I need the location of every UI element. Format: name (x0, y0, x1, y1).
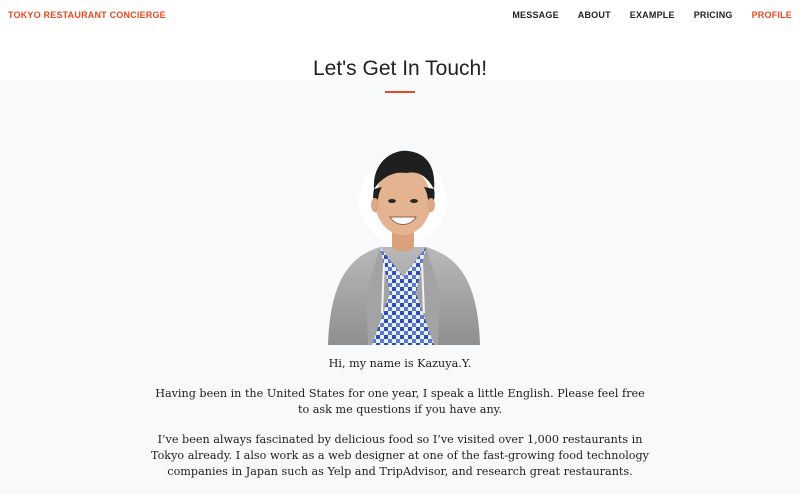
top-navbar: TOKYO RESTAURANT CONCIERGE MESSAGE ABOUT… (0, 0, 800, 30)
nav-link-message[interactable]: MESSAGE (512, 0, 558, 30)
profile-photo (328, 150, 480, 345)
title-divider (385, 91, 415, 93)
brand-logo-link[interactable]: TOKYO RESTAURANT CONCIERGE (8, 10, 166, 20)
main-nav: MESSAGE ABOUT EXAMPLE PRICING PROFILE (493, 0, 792, 30)
profile-bio: Hi, my name is Kazuya.Y. Having been in … (150, 356, 650, 494)
nav-link-about[interactable]: ABOUT (578, 0, 611, 30)
bio-paragraph: Hi, my name is Kazuya.Y. (328, 357, 472, 370)
bio-paragraph: Having been in the United States for one… (155, 387, 645, 416)
section-title: Let's Get In Touch! (312, 57, 488, 80)
nav-link-pricing[interactable]: PRICING (694, 0, 733, 30)
nav-link-example[interactable]: EXAMPLE (630, 0, 675, 30)
nav-link-profile[interactable]: PROFILE (752, 0, 792, 30)
bio-paragraph: I’ve been always fascinated by delicious… (150, 433, 650, 478)
